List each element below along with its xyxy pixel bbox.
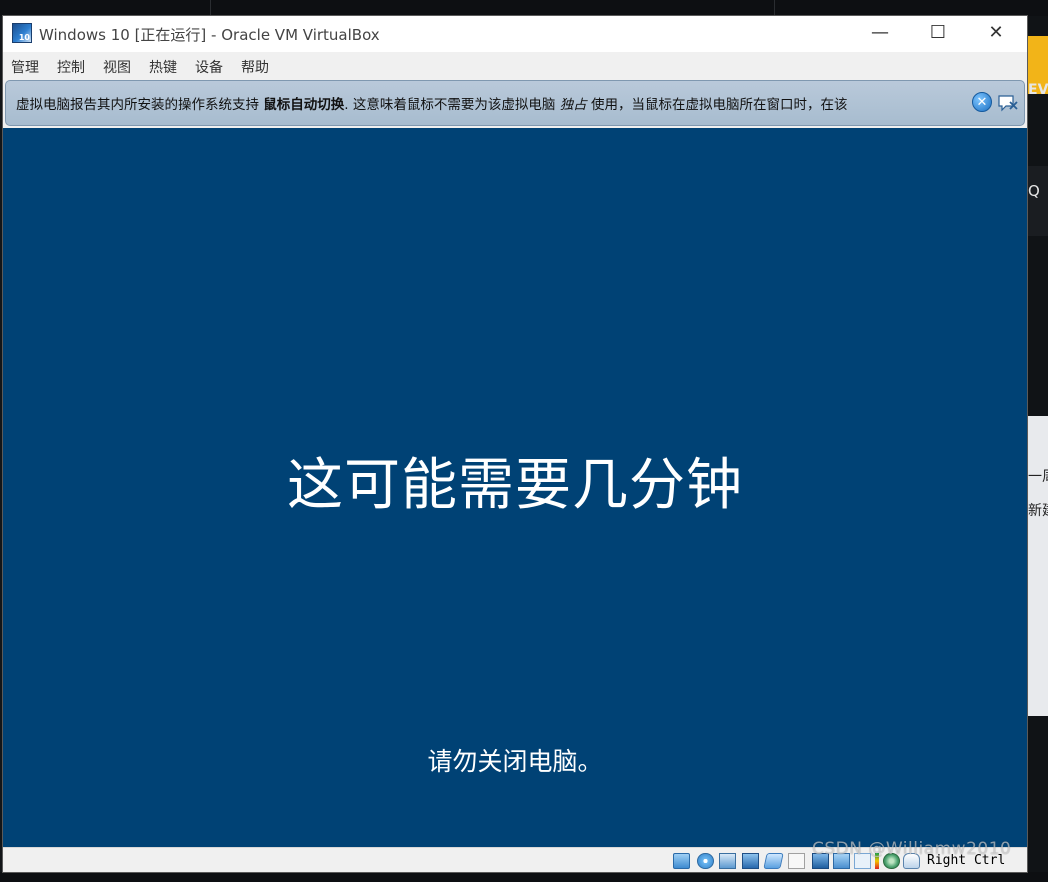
window-title: Windows 10 [正在运行] - Oracle VM VirtualBox bbox=[39, 26, 380, 44]
notice-message: 虚拟电脑报告其内所安装的操作系统支持 鼠标自动切换. 这意味着鼠标不需要为该虚拟… bbox=[16, 93, 847, 113]
app-icon-badge: 10 bbox=[18, 33, 30, 42]
vm-display[interactable]: 这可能需要几分钟 请勿关闭电脑。 bbox=[3, 128, 1027, 847]
background-app-text: 一周 bbox=[1028, 469, 1048, 485]
notice-text-part: 使用，当鼠标在虚拟电脑所在窗口时，在该 bbox=[590, 97, 848, 113]
setup-submessage: 请勿关闭电脑。 bbox=[427, 747, 603, 776]
audio-icon[interactable] bbox=[719, 853, 736, 869]
menu-item-help[interactable]: 帮助 bbox=[241, 57, 269, 77]
title-bar[interactable]: 10 Windows 10 [正在运行] - Oracle VM Virtual… bbox=[3, 16, 1027, 52]
notice-close-button[interactable]: ✕ bbox=[972, 92, 992, 112]
watermark: CSDN @Williamw2010 bbox=[812, 839, 1012, 859]
background-app-label: EV bbox=[1028, 82, 1048, 98]
background-app-pane: 一周 新建 bbox=[1028, 416, 1048, 716]
maximize-button[interactable]: ☐ bbox=[909, 16, 967, 52]
menu-item-devices[interactable]: 设备 bbox=[195, 57, 223, 77]
desktop-bottom-strip bbox=[0, 872, 1048, 882]
usb-icon[interactable] bbox=[763, 853, 784, 869]
mouse-integration-notice: 虚拟电脑报告其内所安装的操作系统支持 鼠标自动切换. 这意味着鼠标不需要为该虚拟… bbox=[5, 80, 1025, 126]
desktop-top-strip bbox=[0, 0, 1048, 16]
background-app-panel bbox=[1028, 166, 1048, 236]
menu-item-view[interactable]: 视图 bbox=[103, 57, 131, 77]
desktop-right-strip: EV Q 一周 新建 bbox=[1028, 16, 1048, 882]
notice-suppress-icon[interactable] bbox=[997, 93, 1019, 113]
desktop-divider bbox=[774, 0, 776, 16]
minimize-icon: — bbox=[871, 22, 889, 43]
search-icon: Q bbox=[1028, 182, 1040, 200]
hard-disk-icon[interactable] bbox=[673, 853, 690, 869]
notice-italic-text: 独占 bbox=[559, 97, 587, 113]
network-icon[interactable] bbox=[742, 853, 759, 869]
minimize-button[interactable]: — bbox=[851, 16, 909, 52]
close-icon: ✕ bbox=[976, 95, 988, 110]
desktop-divider bbox=[210, 0, 212, 16]
close-button[interactable]: ✕ bbox=[967, 16, 1025, 52]
setup-message: 这可能需要几分钟 bbox=[287, 453, 743, 518]
notice-bold-text: 鼠标自动切换 bbox=[263, 97, 345, 113]
maximize-icon: ☐ bbox=[929, 22, 947, 43]
virtualbox-window: 10 Windows 10 [正在运行] - Oracle VM Virtual… bbox=[2, 15, 1028, 873]
optical-drive-icon[interactable] bbox=[697, 853, 714, 869]
menu-bar: 管理 控制 视图 热键 设备 帮助 bbox=[3, 54, 1027, 78]
close-icon: ✕ bbox=[988, 22, 1004, 43]
menu-item-manage[interactable]: 管理 bbox=[11, 57, 39, 77]
notice-text-part: . 这意味着鼠标不需要为该虚拟电脑 bbox=[344, 97, 556, 113]
shared-folders-icon[interactable] bbox=[788, 853, 805, 869]
menu-item-hotkeys[interactable]: 热键 bbox=[149, 57, 177, 77]
background-app-text: 新建 bbox=[1028, 503, 1048, 519]
virtualbox-app-icon[interactable]: 10 bbox=[12, 23, 32, 43]
notice-text-part: 虚拟电脑报告其内所安装的操作系统支持 bbox=[16, 97, 259, 113]
menu-item-control[interactable]: 控制 bbox=[57, 57, 85, 77]
